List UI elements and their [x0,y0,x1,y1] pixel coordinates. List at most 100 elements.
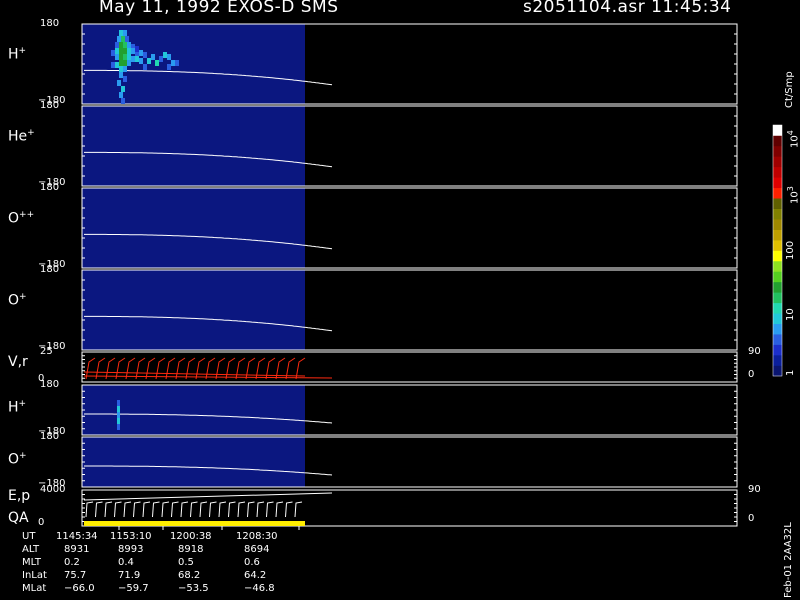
heatmap-bin-h-plus-top [119,42,123,48]
panel-label-charge: + [27,128,35,139]
page-title: May 11, 1992 EXOS-D SMS [99,0,339,17]
ephemeris-cell: −53.5 [178,583,209,594]
ephemeris-cell: −59.7 [118,583,149,594]
panel-label-he-plus: He+ [8,128,35,145]
heatmap-bin-h-plus-top [159,56,163,62]
heatmap-bin-h-plus-top [123,30,127,36]
ephemeris-cell: 1153:10 [110,531,152,542]
colorbar-tick-base: 1 [785,369,796,376]
colorbar-tick-base: 10 [789,191,800,204]
panel-label-ep-qa: E,p [8,488,30,504]
right-tick-max-ep-qa: 90 [748,484,761,495]
heatmap-bin-h-plus-top [175,60,179,66]
heatmap-bin-h-plus-top [123,76,127,82]
panel-label-text: O [8,211,20,228]
heatmap-bin-h-plus-top [115,42,119,48]
heatmap-bin-h-plus-top [121,98,125,104]
ephemeris-cell: 1145:34 [56,531,98,542]
ephemeris-cell: 8918 [178,544,204,555]
panel-label-text: E,p [8,488,31,504]
colorbar-tick-base: 10 [789,135,800,148]
ephemeris-cell: −66.0 [64,583,95,594]
heatmap-bin-h-plus-top [171,60,175,66]
colorbar-swatch [773,344,782,356]
colorbar-swatch [773,271,782,283]
panel-label-h-plus-low: H+ [8,399,26,416]
panel-label-o-plus-low: O+ [8,451,27,468]
heatmap-bin-h-plus-top [127,54,131,60]
ep-trace [85,501,303,518]
panel-label-o-plus-top: O+ [8,292,27,309]
colorbar-tick-exponent: 4 [786,130,795,136]
ephemeris-cell: 64.2 [244,570,267,581]
heatmap-bin-h-plus-top [117,80,121,86]
heatmap-bin-h-plus-top [131,48,135,54]
panel-label-o-plus-plus: O++ [8,210,34,227]
ephemeris-cell: 1200:38 [170,531,212,542]
heatmap-bin-h-plus-top [121,36,125,42]
heatmap-bin-h-plus-top [119,48,123,54]
colorbar-swatch [773,250,782,262]
heatmap-bin-h-plus-top [119,72,123,78]
panel-label-vr: V,r [8,354,28,370]
panel-label-h-plus-top: H+ [8,46,26,63]
heatmap-bin-h-plus-top [155,60,159,66]
colorbar-tick-base: 100 [785,240,796,260]
heatmap-bin-h-plus-top [115,62,119,68]
ephemeris-cell: 0.2 [64,557,80,568]
colorbar-swatch [773,198,782,209]
ephemeris-cell: 71.9 [118,570,141,581]
heatmap-bin-h-plus-top [135,56,139,62]
colorbar-tick-label: 103 [786,186,800,204]
colorbar-swatch [773,323,782,335]
exos-d-sms-plot [81,23,783,530]
heatmap-bin-h-plus-low [117,418,120,424]
panel-fill-he-plus [82,106,305,186]
panel-label-charge: + [18,399,27,409]
heatmap-bin-h-plus-top [111,62,115,68]
heatmap-bin-h-plus-top [119,66,123,72]
colorbar-tick-label: 10 [785,308,796,321]
ephemeris-cell: 8993 [118,544,144,555]
colorbar-tick-label: 100 [785,240,796,260]
panel-label-charge: + [19,451,27,461]
panel-label-text: He [8,129,28,146]
heatmap-bin-h-plus-top [123,54,127,60]
heatmap-bin-h-plus-top [125,36,129,42]
ytick-max-o-plus-top: 180 [40,264,60,275]
colorbar-swatch [773,281,782,293]
ytick-max-vr: 25 [40,346,53,357]
right-tick-min-vr: 0 [748,369,755,380]
heatmap-bin-h-plus-top [123,60,127,66]
heatmap-bin-h-plus-top [167,64,171,70]
colorbar-tick-label: 104 [786,130,800,148]
heatmap-bin-h-plus-top [151,54,155,60]
panel-label-text: H [8,399,19,416]
colorbar-swatch [773,292,782,304]
ephemeris-row-label: InLat [22,570,47,581]
ytick-max-h-plus-low: 180 [40,379,60,390]
heatmap-bin-h-plus-top [163,52,167,58]
heatmap-bin-h-plus-top [119,92,123,98]
heatmap-bin-h-plus-top [111,50,115,56]
colorbar-swatch [773,125,782,136]
heatmap-bin-h-plus-top [123,42,127,48]
colorbar-swatch [773,302,782,314]
colorbar-swatch [773,229,782,241]
colorbar-swatch [773,313,782,325]
panel-frame-vr [81,351,738,383]
panel-label-charge: + [18,46,27,57]
heatmap-bin-h-plus-top [127,42,131,48]
panel-label-charge: ++ [19,210,35,221]
ep-energy-line [83,492,333,501]
ytick-max-o-plus-plus: 180 [40,182,60,193]
colorbar-swatch [773,135,782,147]
ephemeris-cell: 8931 [64,544,90,555]
heatmap-bin-h-plus-low [117,412,120,418]
heatmap-bin-h-plus-top [167,54,171,60]
right-tick-max-vr: 90 [748,346,761,357]
colorbar-swatch [773,156,782,168]
colorbar-swatch [773,187,782,199]
ytick-max-o-plus-low: 180 [40,431,60,442]
panel-fill-o-plus-plus [82,188,305,268]
